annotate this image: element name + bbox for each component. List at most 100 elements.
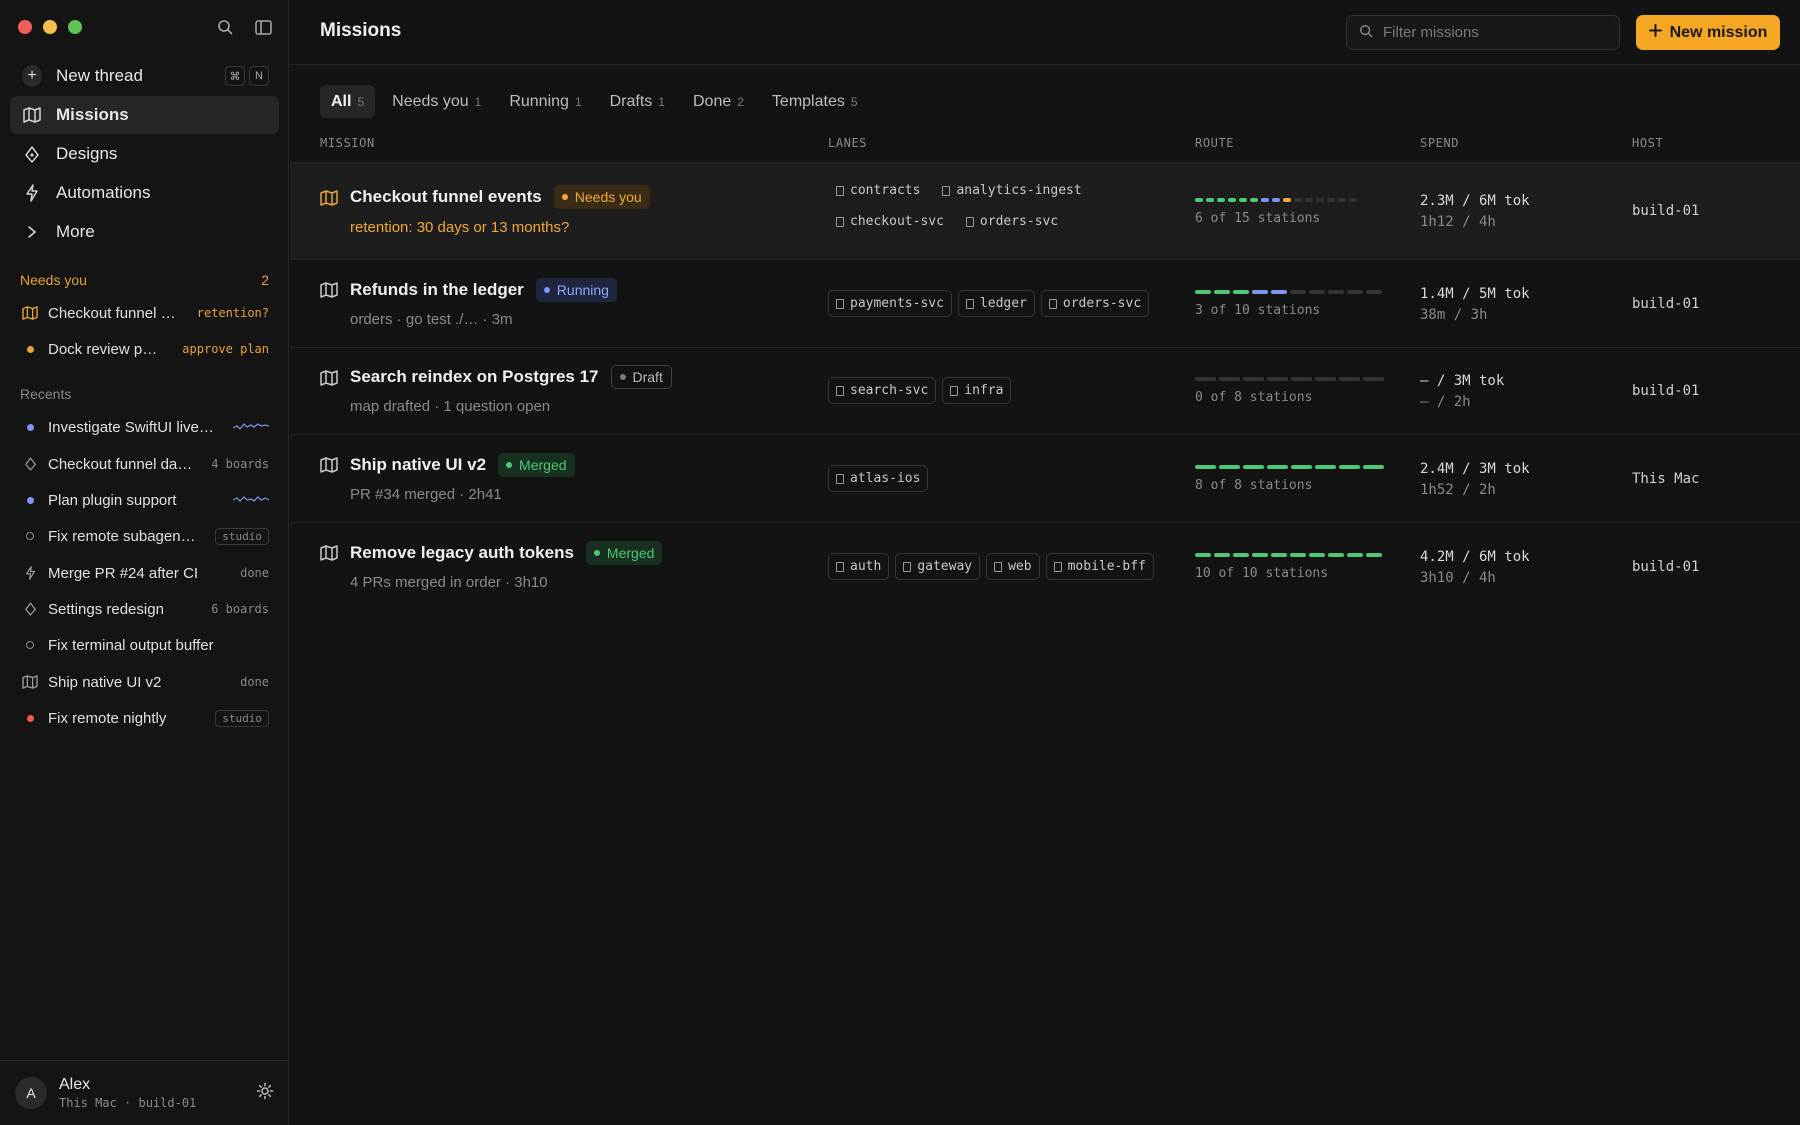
map-icon [22,107,42,123]
page-title: Missions [320,20,402,41]
sidebar-item-missions[interactable]: Missions [10,96,279,134]
spend-tokens: 4.2M / 6M tok [1420,549,1530,565]
spend: 2.4M / 3M tok 1h52 / 2h [1420,459,1530,501]
recent-item[interactable]: Ship native UI v2 done [20,668,269,696]
recent-item[interactable]: Fix remote nightly studio [20,704,269,732]
file-icon [1053,561,1062,572]
route-label: 8 of 8 stations [1195,478,1313,493]
table-header: MISSION LANES ROUTE SPEND HOST [290,136,1800,162]
tab-drafts[interactable]: Drafts 1 [599,85,676,118]
pen-nib-icon [20,602,40,616]
sidebar-item-automations[interactable]: Automations [10,174,279,212]
gear-icon[interactable] [256,1082,274,1105]
recent-item[interactable]: Plan plugin support [20,486,270,514]
tab-count: 1 [474,94,482,109]
recent-item[interactable]: Settings redesign 6 boards [20,595,269,623]
lane-label: search-svc [850,383,929,398]
activity-sparkline-icon [232,493,270,507]
tab-running[interactable]: Running 1 [498,85,592,118]
status-ring-icon [20,532,40,540]
lane-chip[interactable]: gateway [895,553,981,580]
zoom-window-button[interactable] [68,20,82,34]
lane-chip[interactable]: search-svc [828,377,937,404]
lane-chip[interactable]: auth [828,553,890,580]
table-row[interactable]: Ship native UI v2 Merged PR #34 merged ·… [290,434,1800,522]
lane-chip[interactable]: payments-svc [828,290,952,317]
search-icon[interactable] [215,17,235,37]
lane-chip[interactable]: atlas-ios [828,465,929,492]
host: build-01 [1632,203,1700,219]
lane-label: analytics-ingest [956,183,1082,198]
sidebar-toggle-icon[interactable] [253,17,273,37]
badge-label: Running [556,282,609,298]
lane-chip[interactable]: orders-svc [958,208,1066,235]
map-icon [320,457,338,478]
item-label: Checkout funnel da… [48,455,193,473]
needs-you-item[interactable]: Dock review p… approve plan [20,335,269,363]
table-row[interactable]: Checkout funnel events Needs you retenti… [290,162,1800,259]
new-thread-button[interactable]: + New thread ⌘ N [10,57,279,95]
lane-chip[interactable]: checkout-svc [828,208,952,235]
tab-count: 2 [737,94,744,109]
sidebar-item-designs[interactable]: Designs [10,135,279,173]
table-row[interactable]: Refunds in the ledger Running orders · g… [290,259,1800,347]
sidebar-item-more[interactable]: More [10,213,279,251]
table-row[interactable]: Remove legacy auth tokens Merged 4 PRs m… [290,522,1800,610]
mission-subtitle: retention: 30 days or 13 months? [350,219,570,236]
item-meta: done [240,675,269,689]
file-icon [994,561,1003,572]
recent-item[interactable]: Fix terminal output buffer [20,631,269,659]
recent-item[interactable]: Merge PR #24 after CI done [20,559,269,587]
window-controls [18,20,82,34]
recent-item[interactable]: Fix remote subagen… studio [20,522,269,550]
pen-nib-icon [22,145,42,163]
map-icon [320,370,338,391]
lane-chip[interactable]: orders-svc [1040,290,1150,317]
mission-title: Refunds in the ledger [350,280,524,299]
recent-item[interactable]: Checkout funnel da… 4 boards [20,450,269,478]
tab-needs-you[interactable]: Needs you 1 [381,85,492,118]
lane-chip[interactable]: ledger [957,290,1035,317]
lanes-list: search-svc infra [828,377,1168,404]
minimize-window-button[interactable] [43,20,57,34]
nav-label: Designs [56,144,118,163]
status-badge: Merged [498,453,575,477]
item-label: Settings redesign [48,600,164,618]
lane-chip[interactable]: web [986,553,1040,580]
table-row[interactable]: Search reindex on Postgres 17 Draft map … [290,347,1800,434]
tab-templates[interactable]: Templates 5 [761,85,869,118]
spend: 4.2M / 6M tok 3h10 / 4h [1420,547,1530,589]
lane-label: auth [850,559,882,574]
filter-search-field[interactable] [1346,15,1620,50]
close-window-button[interactable] [18,20,32,34]
item-meta: retention? [196,306,269,320]
lane-chip[interactable]: contracts [828,177,928,204]
file-icon [836,385,844,396]
route-label: 0 of 8 stations [1195,390,1313,405]
tab-done[interactable]: Done 2 [682,85,755,118]
nav-label: Automations [56,183,151,202]
item-meta: done [240,566,269,580]
item-label: Fix remote subagen… [48,527,196,545]
lane-chip[interactable]: mobile-bff [1045,553,1154,580]
badge-label: Merged [519,457,567,473]
column-header: HOST [1632,136,1664,150]
lane-label: atlas-ios [850,471,921,486]
file-icon [903,561,912,572]
lane-chip[interactable]: analytics-ingest [934,177,1089,204]
file-icon [942,185,951,196]
activity-sparkline-icon [232,420,270,434]
filter-missions-input[interactable] [1383,24,1603,41]
item-label: Checkout funnel … [48,304,176,322]
recent-item[interactable]: Investigate SwiftUI live… [20,413,270,441]
tab-all[interactable]: All 5 [320,85,376,118]
lane-chip[interactable]: infra [942,377,1012,404]
item-label: Fix terminal output buffer [48,636,214,654]
lane-label: mobile-bff [1067,559,1146,574]
user-profile[interactable]: A Alex This Mac · build-01 [0,1060,289,1125]
new-mission-button[interactable]: New mission [1636,15,1780,50]
lightning-icon [20,566,40,580]
needs-you-item[interactable]: Checkout funnel … retention? [20,299,269,327]
lane-label: orders-svc [979,214,1059,229]
tab-count: 5 [357,94,365,109]
